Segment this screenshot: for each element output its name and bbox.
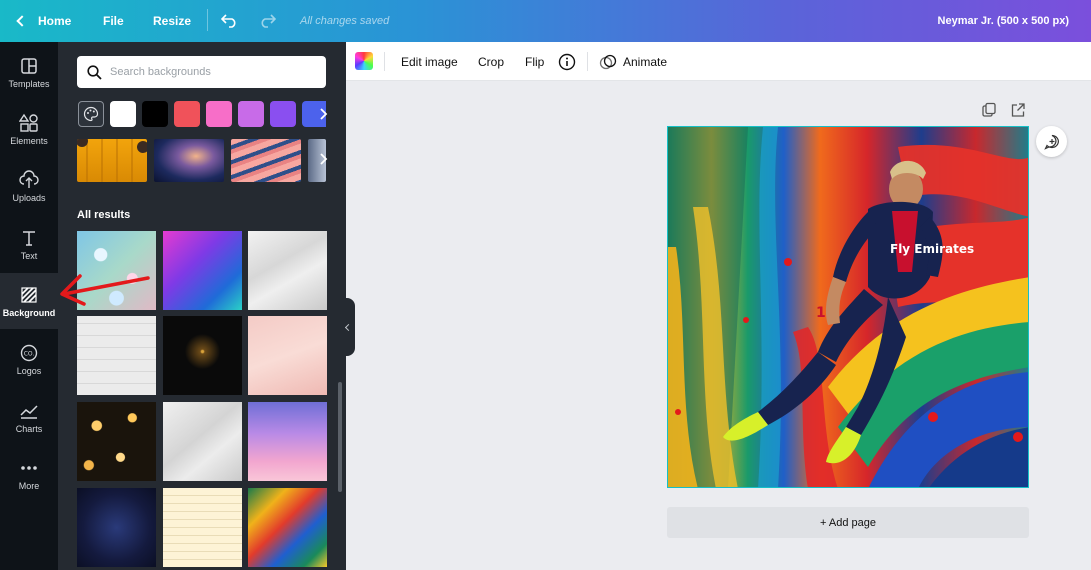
- share-page-icon[interactable]: [1010, 102, 1026, 118]
- chevron-right-icon: [320, 108, 328, 120]
- search-icon: [87, 64, 102, 80]
- background-thumbnail-texture[interactable]: [163, 402, 242, 481]
- animate-button[interactable]: Animate: [599, 42, 667, 81]
- color-swatch[interactable]: [110, 101, 136, 127]
- redo-button[interactable]: [258, 0, 276, 42]
- editor-toolbar: Edit image Crop Flip Animate: [346, 42, 1091, 81]
- animate-icon: [599, 54, 617, 69]
- color-picker-button[interactable]: [355, 52, 373, 70]
- add-comment-button[interactable]: [1036, 126, 1067, 157]
- rail-item-logos[interactable]: CO. Logos: [0, 331, 58, 387]
- jersey-text: Fly Emirates: [890, 242, 974, 256]
- chart-icon: [20, 404, 38, 419]
- rail-item-text[interactable]: Text: [0, 216, 58, 272]
- duplicate-page-icon[interactable]: [981, 102, 997, 118]
- animate-label: Animate: [623, 54, 668, 69]
- swatches-next-button[interactable]: [312, 99, 336, 129]
- color-swatch[interactable]: [206, 101, 232, 127]
- undo-icon: [221, 14, 236, 28]
- chevron-right-icon: [320, 153, 328, 165]
- search-input[interactable]: [110, 66, 310, 78]
- rail-item-elements[interactable]: Elements: [0, 101, 58, 157]
- rail-item-more[interactable]: More: [0, 446, 58, 502]
- crop-button[interactable]: Crop: [478, 42, 504, 81]
- file-menu-button[interactable]: File: [103, 0, 124, 42]
- upload-icon: [19, 169, 39, 188]
- background-thumbnail-fireworks[interactable]: [163, 316, 242, 395]
- rail-label: Charts: [15, 423, 43, 434]
- collapse-panel-button[interactable]: [340, 298, 355, 356]
- rail-label: Templates: [8, 78, 50, 89]
- background-thumbnail-galaxy[interactable]: [77, 488, 156, 567]
- comment-add-icon: [1043, 134, 1059, 150]
- rail-label: Text: [20, 250, 38, 261]
- background-icon: [21, 286, 37, 303]
- background-thumbnail-rainbow-paint[interactable]: [248, 488, 327, 567]
- rail-label: Logos: [16, 365, 42, 376]
- redo-icon: [261, 14, 276, 28]
- background-thumbnail-paper[interactable]: [248, 231, 327, 310]
- document-title[interactable]: Neymar Jr. (500 x 500 px): [938, 0, 1069, 42]
- rail-item-background[interactable]: Background: [0, 273, 58, 329]
- artwork-image: Fly Emirates 10: [668, 127, 1028, 487]
- color-swatch[interactable]: [142, 101, 168, 127]
- svg-text:CO.: CO.: [24, 350, 35, 357]
- chevron-left-icon: [344, 323, 353, 331]
- panel-scrollbar[interactable]: [338, 382, 342, 492]
- featured-background-thumbnail[interactable]: [154, 139, 224, 182]
- rail-item-charts[interactable]: Charts: [0, 389, 58, 445]
- toolbar-divider: [384, 52, 385, 71]
- save-status: All changes saved: [300, 15, 390, 27]
- templates-icon: [21, 57, 37, 74]
- text-icon: [23, 230, 35, 246]
- background-thumbnail-gradient[interactable]: [163, 231, 242, 310]
- rail-item-uploads[interactable]: Uploads: [0, 158, 58, 214]
- resize-button[interactable]: Resize: [153, 0, 191, 42]
- featured-background-thumbnail[interactable]: [77, 139, 147, 182]
- background-thumbnail-sky[interactable]: [248, 402, 327, 481]
- design-artboard[interactable]: Fly Emirates 10: [667, 126, 1029, 488]
- color-swatch[interactable]: [270, 101, 296, 127]
- toolbar-divider: [587, 52, 588, 71]
- rail-label: More: [18, 480, 40, 491]
- background-thumbnail-brick[interactable]: [77, 316, 156, 395]
- section-title: All results: [77, 209, 131, 221]
- rail-item-templates[interactable]: Templates: [0, 44, 58, 100]
- background-thumbnail-bokeh-gold[interactable]: [77, 402, 156, 481]
- palette-icon: [83, 106, 99, 122]
- rail-label: Background: [2, 307, 56, 318]
- featured-next-button[interactable]: [312, 144, 336, 174]
- background-thumbnail-lined-paper[interactable]: [163, 488, 242, 567]
- elements-icon: [19, 113, 38, 132]
- chevron-left-icon: [16, 15, 28, 27]
- search-box[interactable]: [77, 56, 326, 88]
- home-label: Home: [38, 14, 72, 28]
- edit-image-button[interactable]: Edit image: [401, 42, 458, 81]
- flip-button[interactable]: Flip: [525, 42, 544, 81]
- background-thumbnail-pink[interactable]: [248, 316, 327, 395]
- color-swatch[interactable]: [174, 101, 200, 127]
- add-page-button[interactable]: + Add page: [667, 507, 1029, 538]
- topbar-divider: [207, 9, 208, 31]
- info-button[interactable]: [558, 42, 576, 81]
- logo-icon: CO.: [20, 344, 38, 361]
- rail-label: Uploads: [12, 192, 46, 203]
- left-rail: Templates Elements Uploads Text Backgrou…: [0, 42, 58, 570]
- color-palette-button[interactable]: [78, 101, 104, 127]
- home-button[interactable]: Home: [14, 0, 71, 42]
- info-icon: [558, 53, 576, 70]
- top-bar: Home File Resize All changes saved Neyma…: [0, 0, 1091, 42]
- rail-label: Elements: [10, 135, 48, 146]
- more-icon: [21, 465, 37, 470]
- color-swatch[interactable]: [238, 101, 264, 127]
- wood-texture-image: [77, 139, 147, 182]
- annotation-arrow: [60, 274, 150, 306]
- featured-background-thumbnail[interactable]: [231, 139, 301, 182]
- undo-button[interactable]: [221, 0, 239, 42]
